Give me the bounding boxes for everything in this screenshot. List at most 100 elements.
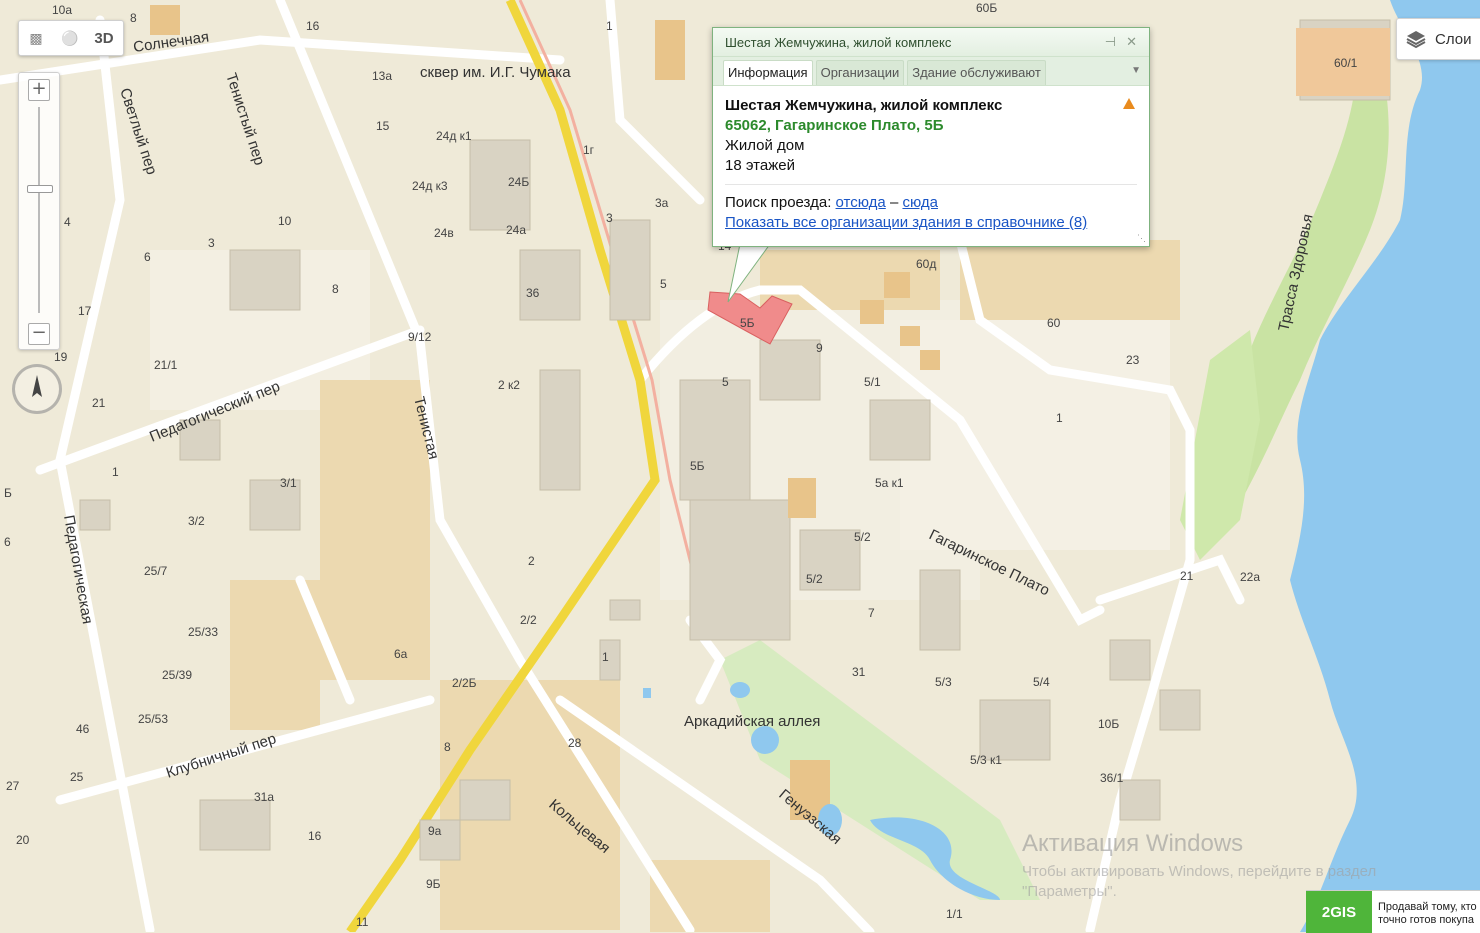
popup-header: Шестая Жемчужина, жилой комплекс ⊣ ✕ <box>713 28 1149 57</box>
house-number-label: 36/1 <box>1100 771 1124 785</box>
street-arkadia: Аркадийская аллея <box>684 713 820 730</box>
route-to-link[interactable]: сюда <box>902 194 938 211</box>
house-number-label: 15 <box>376 119 390 133</box>
zoom-track[interactable] <box>38 107 40 313</box>
house-number-label: 25/39 <box>162 668 192 682</box>
house-number-label: 24д к3 <box>412 179 448 193</box>
tab-organizations[interactable]: Организации <box>815 60 905 85</box>
house-number-label: 27 <box>6 779 20 793</box>
house-number-label: 6а <box>394 647 408 661</box>
route-from-link[interactable]: отсюда <box>836 194 886 211</box>
tab-building-services[interactable]: Здание обслуживают <box>907 60 1046 85</box>
measure-icon[interactable]: ⚪ <box>53 21 87 55</box>
house-number-label: 8 <box>130 11 137 25</box>
house-number-label: 1 <box>112 465 119 479</box>
zoom-slider-thumb[interactable] <box>27 185 53 193</box>
house-number-label: 3/1 <box>280 476 297 490</box>
house-number-label: 21 <box>1180 569 1194 583</box>
house-number-label: 5Б <box>690 459 705 473</box>
popup-tabs: Информация Организации Здание обслуживаю… <box>713 57 1149 86</box>
house-number-label: 10 <box>278 214 292 228</box>
house-number-label: 22а <box>1240 570 1260 584</box>
layers-icon <box>1406 31 1426 49</box>
house-number-label: 16 <box>306 19 320 33</box>
layers-label: Слои <box>1435 30 1472 48</box>
house-number-label: 5/4 <box>1033 675 1050 689</box>
house-number-label: 7 <box>868 606 875 620</box>
building-type: Жилой дом <box>725 137 805 154</box>
activation-watermark-title: Активация Windows <box>1022 830 1244 857</box>
house-number-label: 31а <box>254 790 274 804</box>
house-number-label: 1г <box>583 143 595 157</box>
street-klubnichny: Клубничный пер <box>164 730 278 782</box>
zoom-control: + − <box>18 72 60 350</box>
2gis-logo: 2GIS <box>1306 891 1372 933</box>
building-address: 65062, Гагаринское Плато, 5Б <box>725 117 944 134</box>
house-number-label: 9 <box>816 341 823 355</box>
house-number-label: 2 <box>528 554 535 568</box>
house-number-label: 16 <box>308 829 322 843</box>
house-number-label: 24в <box>434 226 454 240</box>
house-number-label: 4 <box>64 215 71 229</box>
house-number-label: 5а к1 <box>875 476 904 490</box>
map-toolbar: ▩ ⚪ 3D <box>18 20 124 56</box>
house-number-label: 3/2 <box>188 514 205 528</box>
pin-icon[interactable]: ⊣ <box>1105 34 1116 50</box>
house-number-label: 2/2 <box>520 613 537 627</box>
house-number-label: 5/1 <box>864 375 881 389</box>
all-organizations-link[interactable]: Показать все организации здания в справо… <box>725 213 1137 233</box>
house-number-label: Б <box>4 486 12 500</box>
house-number-label: 21 <box>92 396 106 410</box>
building-floors: 18 этажей <box>725 157 795 174</box>
chevron-down-icon[interactable]: ▼ <box>1131 65 1141 76</box>
building-name: Шестая Жемчужина, жилой комплекс <box>725 97 1003 114</box>
route-search: Поиск проезда: отсюда – сюда <box>725 193 1137 213</box>
info-popup: Шестая Жемчужина, жилой комплекс ⊣ ✕ Инф… <box>712 27 1150 247</box>
house-number-label: 2/2Б <box>452 676 477 690</box>
house-number-label: 21/1 <box>154 358 178 372</box>
house-number-label: 5Б <box>740 316 755 330</box>
house-number-label: 9а <box>428 824 442 838</box>
block <box>320 380 430 680</box>
house-number-label: 1 <box>602 650 609 664</box>
house-number-label: 25/53 <box>138 712 168 726</box>
street-square: сквер им. И.Г. Чумака <box>420 64 571 81</box>
house-number-label: 3 <box>208 236 215 250</box>
ad-line-1: Продавай тому, кто <box>1378 901 1477 913</box>
house-number-label: 24а <box>506 223 526 237</box>
ruler-icon[interactable]: ▩ <box>19 21 53 55</box>
house-number-label: 60/1 <box>1334 56 1358 70</box>
tab-info[interactable]: Информация <box>723 60 813 85</box>
house-number-label: 60Б <box>976 1 997 15</box>
view-3d-button[interactable]: 3D <box>87 21 121 55</box>
zoom-in-button[interactable]: + <box>28 79 50 101</box>
house-number-label: 6 <box>144 250 151 264</box>
compass-needle <box>32 375 42 397</box>
layers-button[interactable]: Слои <box>1396 18 1480 60</box>
house-number-label: 1 <box>606 19 613 33</box>
house-number-label: 9Б <box>426 877 441 891</box>
house-number-label: 28 <box>568 736 582 750</box>
zoom-out-button[interactable]: − <box>28 323 50 345</box>
block <box>960 240 1180 320</box>
house-number-label: 23 <box>1126 353 1140 367</box>
close-icon[interactable]: ✕ <box>1126 34 1137 50</box>
resize-handle[interactable]: ⋱ <box>1137 233 1146 244</box>
house-number-label: 5/2 <box>806 572 823 586</box>
house-number-label: 1 <box>1056 411 1063 425</box>
street-svetly: Светлый пер <box>116 86 160 177</box>
house-number-label: 11 <box>356 915 369 929</box>
house-number-label: 25/33 <box>188 625 218 639</box>
divider <box>725 184 1137 185</box>
street-tenisty: Тенистый пер <box>222 71 268 167</box>
compass-icon[interactable] <box>12 364 62 414</box>
house-number-label: 60 <box>1047 316 1061 330</box>
popup-body: Шестая Жемчужина, жилой комплекс 65062, … <box>713 86 1149 233</box>
ad-banner[interactable]: 2GIS Продавай тому, кто точно готов поку… <box>1306 890 1480 933</box>
warning-icon[interactable] <box>1123 98 1135 109</box>
house-number-label: 60д <box>916 257 936 271</box>
block <box>760 250 940 310</box>
house-number-label: 20 <box>16 833 30 847</box>
house-number-label: 5 <box>660 277 667 291</box>
house-number-label: 31 <box>852 665 866 679</box>
